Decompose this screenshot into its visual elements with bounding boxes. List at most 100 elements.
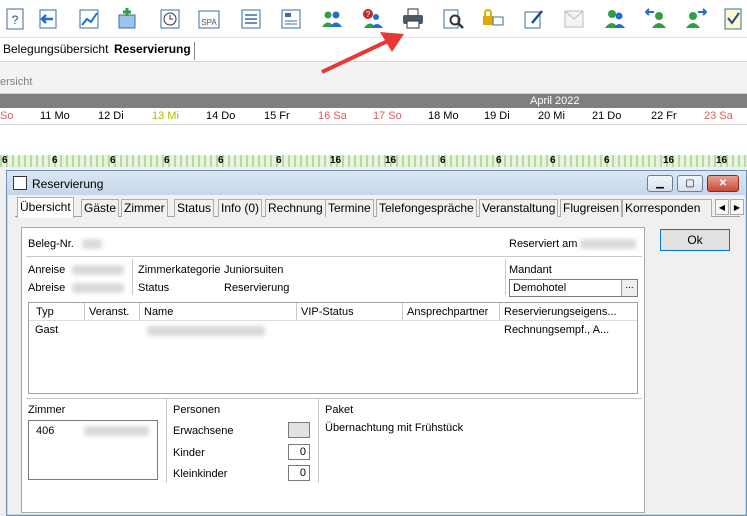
help-doc-icon[interactable]: ? [0,5,30,33]
grid-count: 6 [276,155,282,166]
grid-count: 16 [716,155,728,166]
edit-icon[interactable] [519,5,549,33]
beleg-value-redacted [82,239,102,249]
guest-list-icon[interactable] [276,5,306,33]
user-import-icon[interactable] [641,5,671,33]
tab-flugreisen[interactable]: Flugreisen [560,199,623,217]
abreise-value-redacted [72,283,124,293]
grid-header-divider [139,303,140,321]
search-doc-icon[interactable] [438,5,468,33]
tab-scroll-left-icon[interactable]: ◀ [715,199,729,215]
day-label: 16 Sa [318,110,347,122]
day-label: 19 Di [484,110,510,122]
month-label: April 2022 [530,95,580,107]
tab-uebersicht[interactable]: Übersicht [17,197,74,218]
day-label: 14 Do [206,110,236,122]
divider [132,259,133,295]
divider [318,399,319,483]
kinder-label: Kinder [173,447,205,459]
tab-zimmer[interactable]: Zimmer [121,199,168,217]
lock-screen-icon[interactable] [478,5,508,33]
import-arrow-icon[interactable] [33,5,63,33]
grid-count: 16 [330,155,342,166]
zimmer-detail-redacted [84,426,149,436]
tab-belegungsuebersicht[interactable]: Belegungsübersicht [0,42,111,60]
personen-label: Personen [173,404,221,416]
chart-icon[interactable] [74,5,104,33]
tab-termine[interactable]: Termine [325,199,374,217]
grid-count: 16 [663,155,675,166]
tab-rechnung[interactable]: Rechnung [265,199,326,217]
user-icon[interactable] [600,5,630,33]
guest-grid: Typ Veranst. Name VIP-Status Ansprechpartner… [28,302,638,394]
day-label: 22 Fr [651,110,677,122]
tab-status[interactable]: Status [174,199,215,217]
grid-cell-name-redacted [147,326,265,336]
anreise-value-redacted [72,265,124,275]
kleinkinder-label: Kleinkinder [173,468,228,480]
paket-label: Paket [325,404,354,416]
tab-gaeste[interactable]: Gäste [81,199,120,217]
grid-header-divider [296,303,297,321]
divider [505,259,506,295]
grid-count: 6 [164,155,170,166]
tab-korrespondenz[interactable]: Korresponden [622,199,712,217]
grid-count: 6 [550,155,556,166]
month-bar: April 2022 [0,94,747,108]
day-label: 11 Mo [40,110,70,122]
beleg-label: Beleg-Nr. [28,238,74,250]
maximize-button[interactable]: ▢ [677,175,703,192]
zimmer-label: Zimmer [28,404,66,416]
mandant-label: Mandant [509,264,552,276]
dialog-titlebar[interactable]: Reservierung ▁ ▢ ✕ [7,171,746,195]
user-export-icon[interactable] [681,5,711,33]
grid-header[interactable]: Name [144,306,173,318]
grid-header[interactable]: VIP-Status [301,306,354,318]
tab-scroll-right-icon[interactable]: ▶ [730,199,744,215]
reservierung-dialog: Reservierung ▁ ▢ ✕ Übersicht Gäste Zimme… [6,170,747,516]
tab-info[interactable]: Info (0) [218,199,263,217]
zimmer-list[interactable]: 406 [28,420,158,480]
tab-veranstaltung[interactable]: Veranstaltung [479,199,559,217]
document-check-icon[interactable] [718,5,747,33]
tab-reservierung[interactable]: Reservierung [111,42,195,60]
grid-count: 6 [218,155,224,166]
ok-button[interactable]: Ok [660,229,730,251]
day-label: So [0,110,14,122]
divider [166,399,167,483]
list-icon[interactable] [236,5,266,33]
minimize-button[interactable]: ▁ [647,175,673,192]
clock-icon[interactable] [155,5,185,33]
grid-count: 6 [2,155,8,166]
spa-icon[interactable]: SPA [194,5,224,33]
close-button[interactable]: ✕ [707,175,739,192]
kinder-field[interactable]: 0 [288,444,310,460]
grid-header[interactable]: Veranst. [89,306,129,318]
uebersicht-panel: Beleg-Nr. Reserviert am Anreise Abreise … [21,227,645,513]
add-hotel-icon[interactable] [112,5,142,33]
grid-header[interactable]: Ansprechpartner [407,306,488,318]
grid-header[interactable]: Reservierungseigens... [504,306,617,318]
divider [26,398,642,399]
tab-telefongespraeche[interactable]: Telefongespräche [376,199,477,217]
grid-count: 6 [496,155,502,166]
mandant-select[interactable]: Demohotel ... [509,279,638,297]
mandant-lookup-button[interactable]: ... [621,280,637,296]
zimmerkategorie-label: Zimmerkategorie [138,264,221,276]
envelope-icon[interactable] [559,5,589,33]
kleinkinder-field[interactable]: 0 [288,465,310,481]
day-label: 15 Fr [264,110,290,122]
grid-header[interactable]: Typ [36,306,54,318]
grid-count: 6 [110,155,116,166]
status-value: Reservierung [224,282,290,294]
erwachsene-field[interactable] [288,422,310,438]
svg-text:?: ? [366,10,371,19]
grid-count: 6 [52,155,58,166]
day-label: 20 Mi [538,110,565,122]
reserviert-label: Reserviert am [509,238,578,250]
dialog-title: Reservierung [32,177,104,191]
day-label: 12 Di [98,110,124,122]
status-label: Status [138,282,170,294]
abreise-label: Abreise [28,282,66,294]
grid-header-divider [84,303,85,321]
